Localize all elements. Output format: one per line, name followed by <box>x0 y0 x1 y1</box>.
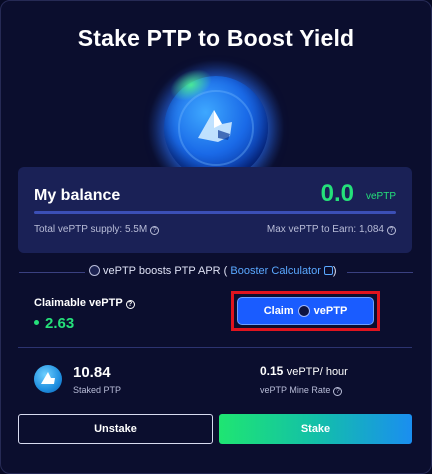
claim-button-unit: vePTP <box>313 305 348 317</box>
staked-ptp-label: Staked PTP <box>73 385 122 395</box>
total-supply-text: Total vePTP supply: 5.5M <box>34 224 148 235</box>
boost-paren-open: ( <box>223 265 228 277</box>
page-title: Stake PTP to Boost Yield <box>77 25 355 51</box>
claim-button-word: Claim <box>263 305 294 317</box>
claimable-value-text: 2.63 <box>45 315 75 332</box>
veptp-coin-icon <box>297 305 310 317</box>
balance-panel: My balance 0.0 vePTP Total vePTP supply:… <box>18 167 412 253</box>
booster-calculator-label: Booster Calculator <box>230 265 321 277</box>
stake-button[interactable]: Stake <box>219 414 412 444</box>
boost-paren-close: ) <box>332 265 337 277</box>
claimable-label-text: Claimable vePTP <box>34 297 123 309</box>
balance-unit: vePTP <box>365 191 396 202</box>
veptp-coin-icon <box>89 265 100 276</box>
balance-value: 0.0 <box>320 180 354 207</box>
claimable-label: Claimable vePTP? <box>34 297 135 309</box>
ptp-logo-glyph <box>41 372 55 384</box>
boost-info-row: vePTP boosts PTP APR ( Booster Calculato… <box>19 264 413 280</box>
mine-rate-value: 0.15 vePTP/ hour <box>260 364 348 378</box>
mine-rate-label: vePTP Mine Rate? <box>260 385 343 396</box>
boost-text: vePTP boosts PTP APR ( Booster Calculato… <box>89 265 337 277</box>
mine-rate-label-text: vePTP Mine Rate <box>260 385 331 395</box>
max-earn-text: Max vePTP to Earn: 1,084 <box>266 224 384 235</box>
info-icon[interactable]: ? <box>150 226 160 235</box>
info-icon[interactable]: ? <box>125 300 135 309</box>
boost-divider-left <box>19 272 85 273</box>
mine-rate-unit: vePTP/ hour <box>286 366 348 378</box>
calculator-icon <box>323 266 333 275</box>
claim-veptp-button[interactable]: Claim vePTP <box>237 297 374 325</box>
mine-rate-number: 0.15 <box>260 364 284 378</box>
boost-divider-right <box>347 272 413 273</box>
booster-calculator-link[interactable]: Booster Calculator <box>230 265 333 277</box>
boost-text-prefix: vePTP boosts PTP APR <box>103 265 221 277</box>
claimable-dot-icon <box>34 320 39 325</box>
info-icon[interactable]: ? <box>333 387 343 396</box>
staked-ptp-value: 10.84 <box>73 364 111 381</box>
balance-progress-bar <box>34 211 396 214</box>
ptp-token-icon <box>34 365 62 393</box>
section-divider <box>18 347 412 348</box>
info-icon[interactable]: ? <box>387 226 396 235</box>
balance-label: My balance <box>34 187 121 204</box>
platypus-logo-icon <box>198 110 232 142</box>
max-earn: Max vePTP to Earn: 1,084? <box>267 224 396 235</box>
stake-card: Stake PTP to Boost Yield My balance 0.0 … <box>0 0 432 474</box>
unstake-button[interactable]: Unstake <box>18 414 213 444</box>
total-supply: Total vePTP supply: 5.5M? <box>34 224 160 235</box>
claimable-value: 2.63 <box>34 315 74 332</box>
